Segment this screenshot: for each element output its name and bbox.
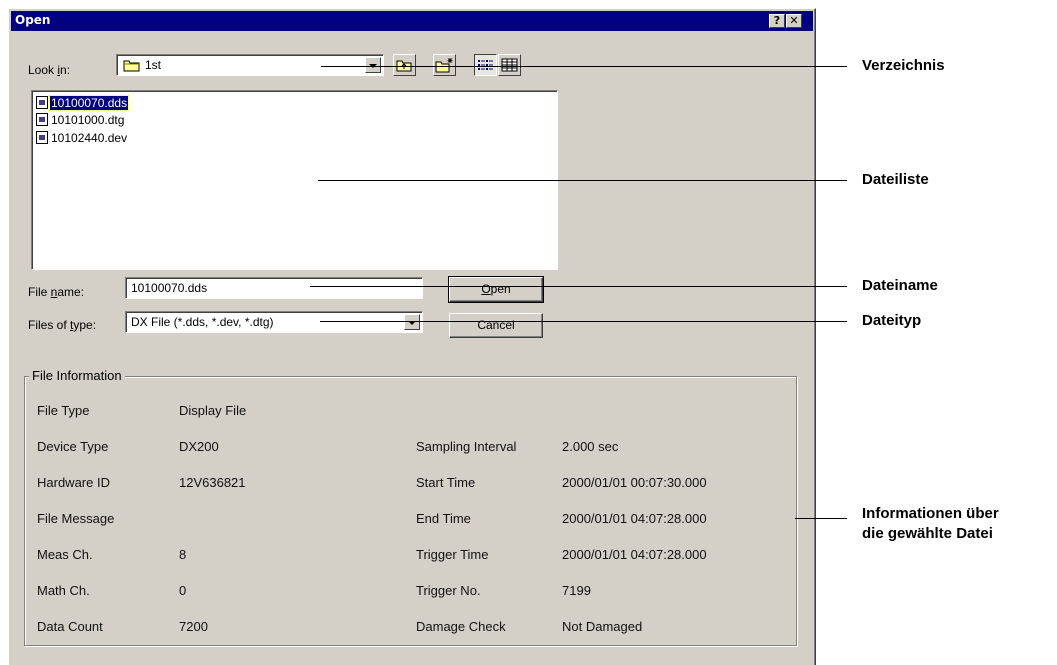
list-item[interactable]: 10102440.dev (36, 131, 128, 147)
info-value: 2000/01/01 04:07:28.000 (562, 547, 707, 562)
list-item[interactable]: 10100070.dds (36, 95, 130, 112)
info-label: Trigger Time (416, 547, 489, 562)
folder-up-icon (396, 60, 412, 72)
callout-file-type: Dateityp (862, 312, 922, 329)
callout-line-file-info (795, 518, 847, 519)
dialog-title: Open (15, 13, 51, 27)
cancel-button[interactable]: Cancel (449, 313, 543, 338)
details-view-button[interactable] (498, 54, 521, 76)
file-type-label: Files of type: (28, 318, 97, 332)
title-bar[interactable]: Open ? ✕ (11, 11, 813, 31)
chevron-down-icon[interactable] (365, 57, 381, 73)
close-button[interactable]: ✕ (786, 14, 802, 28)
info-label: End Time (416, 511, 471, 526)
open-dialog: Open ? ✕ Look in: 1st 10100070.dds 10101… (8, 8, 816, 665)
callout-file-name: Dateiname (862, 277, 938, 294)
file-icon (36, 113, 48, 126)
info-label: Device Type (37, 439, 109, 454)
new-folder-icon (435, 58, 453, 73)
callout-directory: Verzeichnis (862, 57, 945, 74)
info-value: 0 (179, 583, 187, 598)
info-label: Sampling Interval (416, 439, 517, 454)
file-icon (36, 131, 48, 144)
file-information-title: File Information (29, 368, 125, 383)
info-value: Display File (179, 403, 247, 418)
info-label: File Message (37, 511, 115, 526)
info-value: 2000/01/01 00:07:30.000 (562, 475, 707, 490)
info-value: 2000/01/01 04:07:28.000 (562, 511, 707, 526)
look-in-dropdown[interactable]: 1st (116, 54, 384, 76)
file-icon (36, 96, 48, 109)
info-value: 12V636821 (179, 475, 246, 490)
callout-line-file-list (318, 180, 847, 181)
info-value: 7200 (179, 619, 208, 634)
info-value: DX200 (179, 439, 219, 454)
info-value: 8 (179, 547, 187, 562)
list-view-button[interactable] (474, 54, 497, 76)
up-one-level-button[interactable] (393, 54, 416, 76)
list-view-icon (478, 60, 493, 70)
info-label: Damage Check (416, 619, 506, 634)
chevron-down-icon[interactable] (404, 314, 420, 330)
info-label: File Type (37, 403, 90, 418)
callout-file-info-line1: Informationen über (862, 505, 999, 522)
info-label: Hardware ID (37, 475, 110, 490)
callout-line-file-type (320, 321, 847, 322)
info-value: 2.000 sec (562, 439, 619, 454)
look-in-label: Look in: (28, 63, 71, 77)
file-name-label: File name: (28, 285, 85, 299)
help-button[interactable]: ? (769, 14, 785, 28)
new-folder-button[interactable] (433, 54, 456, 76)
callout-file-list: Dateiliste (862, 171, 929, 188)
open-button[interactable]: Open (448, 276, 544, 303)
info-label: Meas Ch. (37, 547, 93, 562)
info-label: Trigger No. (416, 583, 481, 598)
file-type-dropdown[interactable]: DX File (*.dds, *.dev, *.dtg) (125, 311, 423, 333)
details-view-icon (501, 58, 518, 72)
info-label: Start Time (416, 475, 476, 490)
file-name-input[interactable]: 10100070.dds (125, 277, 423, 299)
callout-line-directory (321, 66, 847, 67)
folder-icon (123, 60, 140, 72)
list-item[interactable]: 10101000.dtg (36, 113, 125, 129)
look-in-value: 1st (145, 58, 162, 72)
info-label: Math Ch. (37, 583, 90, 598)
info-value: 7199 (562, 583, 591, 598)
info-value: Not Damaged (562, 619, 643, 634)
info-label: Data Count (37, 619, 103, 634)
callout-file-info-line2: die gewählte Datei (862, 525, 993, 542)
callout-line-file-name (310, 286, 847, 287)
